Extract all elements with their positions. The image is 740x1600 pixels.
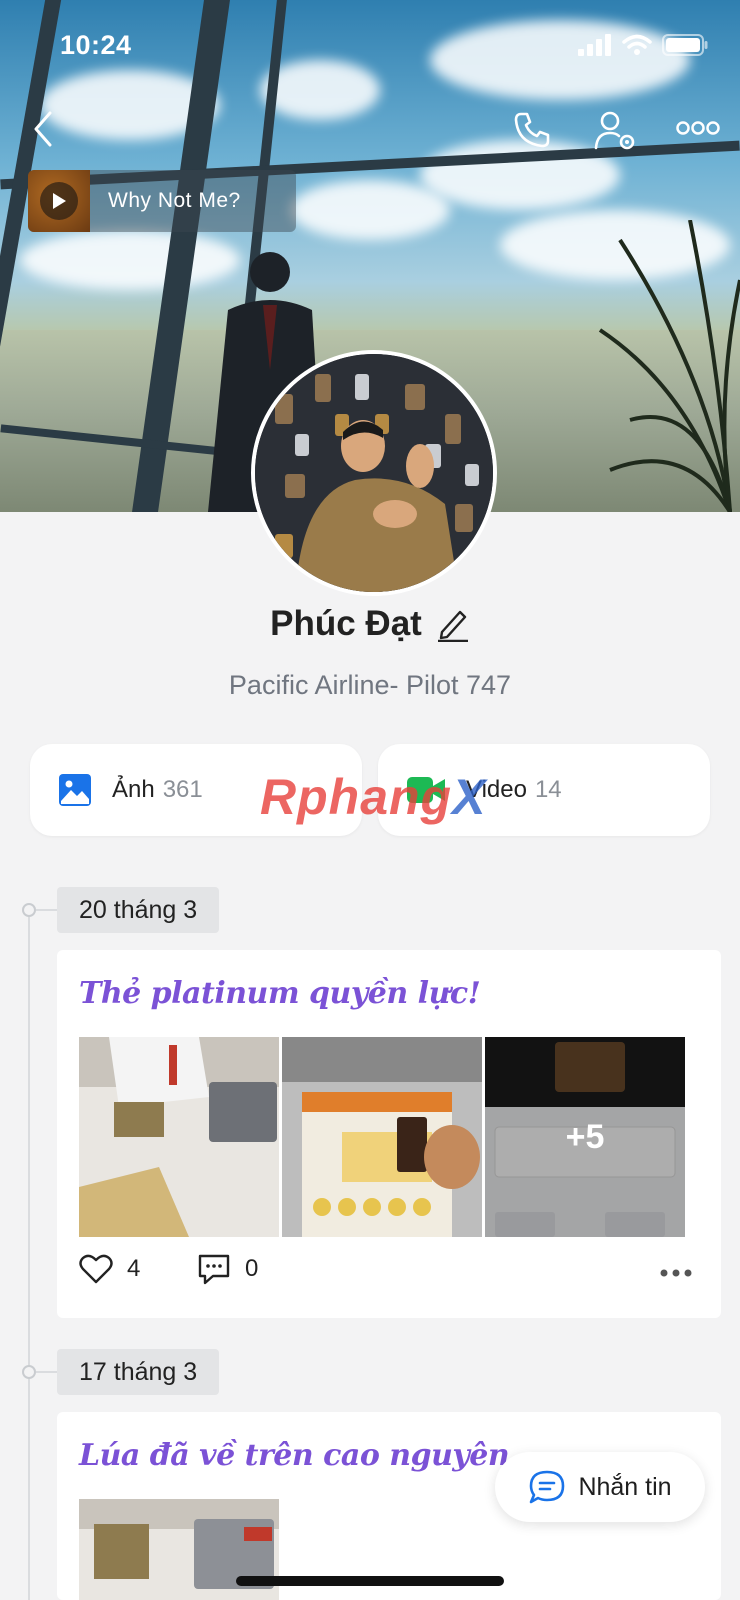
profile-name: Phúc Đạt bbox=[270, 604, 422, 643]
music-cover bbox=[28, 170, 90, 232]
home-indicator[interactable] bbox=[236, 1576, 504, 1586]
play-icon[interactable] bbox=[40, 182, 78, 220]
post-card[interactable]: Thẻ platinum quyền lực! +5 4 0 bbox=[57, 950, 721, 1318]
post-title: Lúa đã về trên cao nguyên bbox=[79, 1438, 510, 1473]
post-photo-more[interactable]: +5 bbox=[485, 1037, 685, 1237]
signal-icon bbox=[578, 34, 611, 56]
comment-icon bbox=[198, 1254, 230, 1285]
wifi-icon bbox=[622, 34, 652, 55]
back-icon[interactable] bbox=[32, 110, 54, 148]
photos-count: 361 bbox=[162, 776, 203, 803]
status-icons bbox=[578, 34, 708, 56]
photo-icon bbox=[59, 774, 91, 806]
post-photo[interactable] bbox=[282, 1037, 482, 1237]
user-settings-icon[interactable] bbox=[594, 110, 638, 152]
edit-pencil-icon[interactable] bbox=[436, 606, 470, 642]
more-photos-count: +5 bbox=[485, 1037, 685, 1237]
cover-palm bbox=[598, 220, 740, 512]
status-time: 10:24 bbox=[60, 30, 132, 60]
videos-count: 14 bbox=[534, 776, 562, 803]
post-more-icon[interactable] bbox=[659, 1268, 693, 1278]
timeline-line bbox=[28, 908, 30, 1600]
timeline-dot bbox=[22, 903, 36, 917]
post-photo[interactable] bbox=[79, 1037, 279, 1237]
post-date: 20 tháng 3 bbox=[57, 887, 220, 933]
like-button[interactable]: 4 bbox=[79, 1254, 140, 1284]
more-horizontal-icon[interactable] bbox=[676, 120, 720, 136]
music-player[interactable]: Why Not Me? bbox=[28, 170, 296, 232]
chat-bubble-icon bbox=[530, 1470, 565, 1504]
photos-label: Ảnh bbox=[112, 776, 155, 803]
phone-icon[interactable] bbox=[512, 110, 552, 150]
comment-count: 0 bbox=[245, 1255, 259, 1282]
music-title: Why Not Me? bbox=[108, 189, 241, 212]
battery-icon bbox=[662, 34, 708, 56]
watermark: RphangX bbox=[260, 769, 487, 825]
timeline-dot bbox=[22, 1365, 36, 1379]
message-button[interactable]: Nhắn tin bbox=[495, 1452, 705, 1522]
timeline-tick bbox=[36, 1371, 58, 1373]
avatar[interactable] bbox=[251, 350, 497, 596]
like-count: 4 bbox=[127, 1255, 141, 1282]
timeline-tick bbox=[36, 909, 58, 911]
profile-name-row: Phúc Đạt bbox=[0, 604, 740, 644]
message-button-label: Nhắn tin bbox=[578, 1472, 672, 1501]
comment-button[interactable]: 0 bbox=[197, 1253, 258, 1285]
profile-bio: Pacific Airline- Pilot 747 bbox=[228, 670, 512, 700]
post-title: Thẻ platinum quyền lực! bbox=[79, 976, 481, 1011]
post-date: 17 tháng 3 bbox=[57, 1349, 220, 1395]
heart-icon bbox=[79, 1254, 113, 1284]
